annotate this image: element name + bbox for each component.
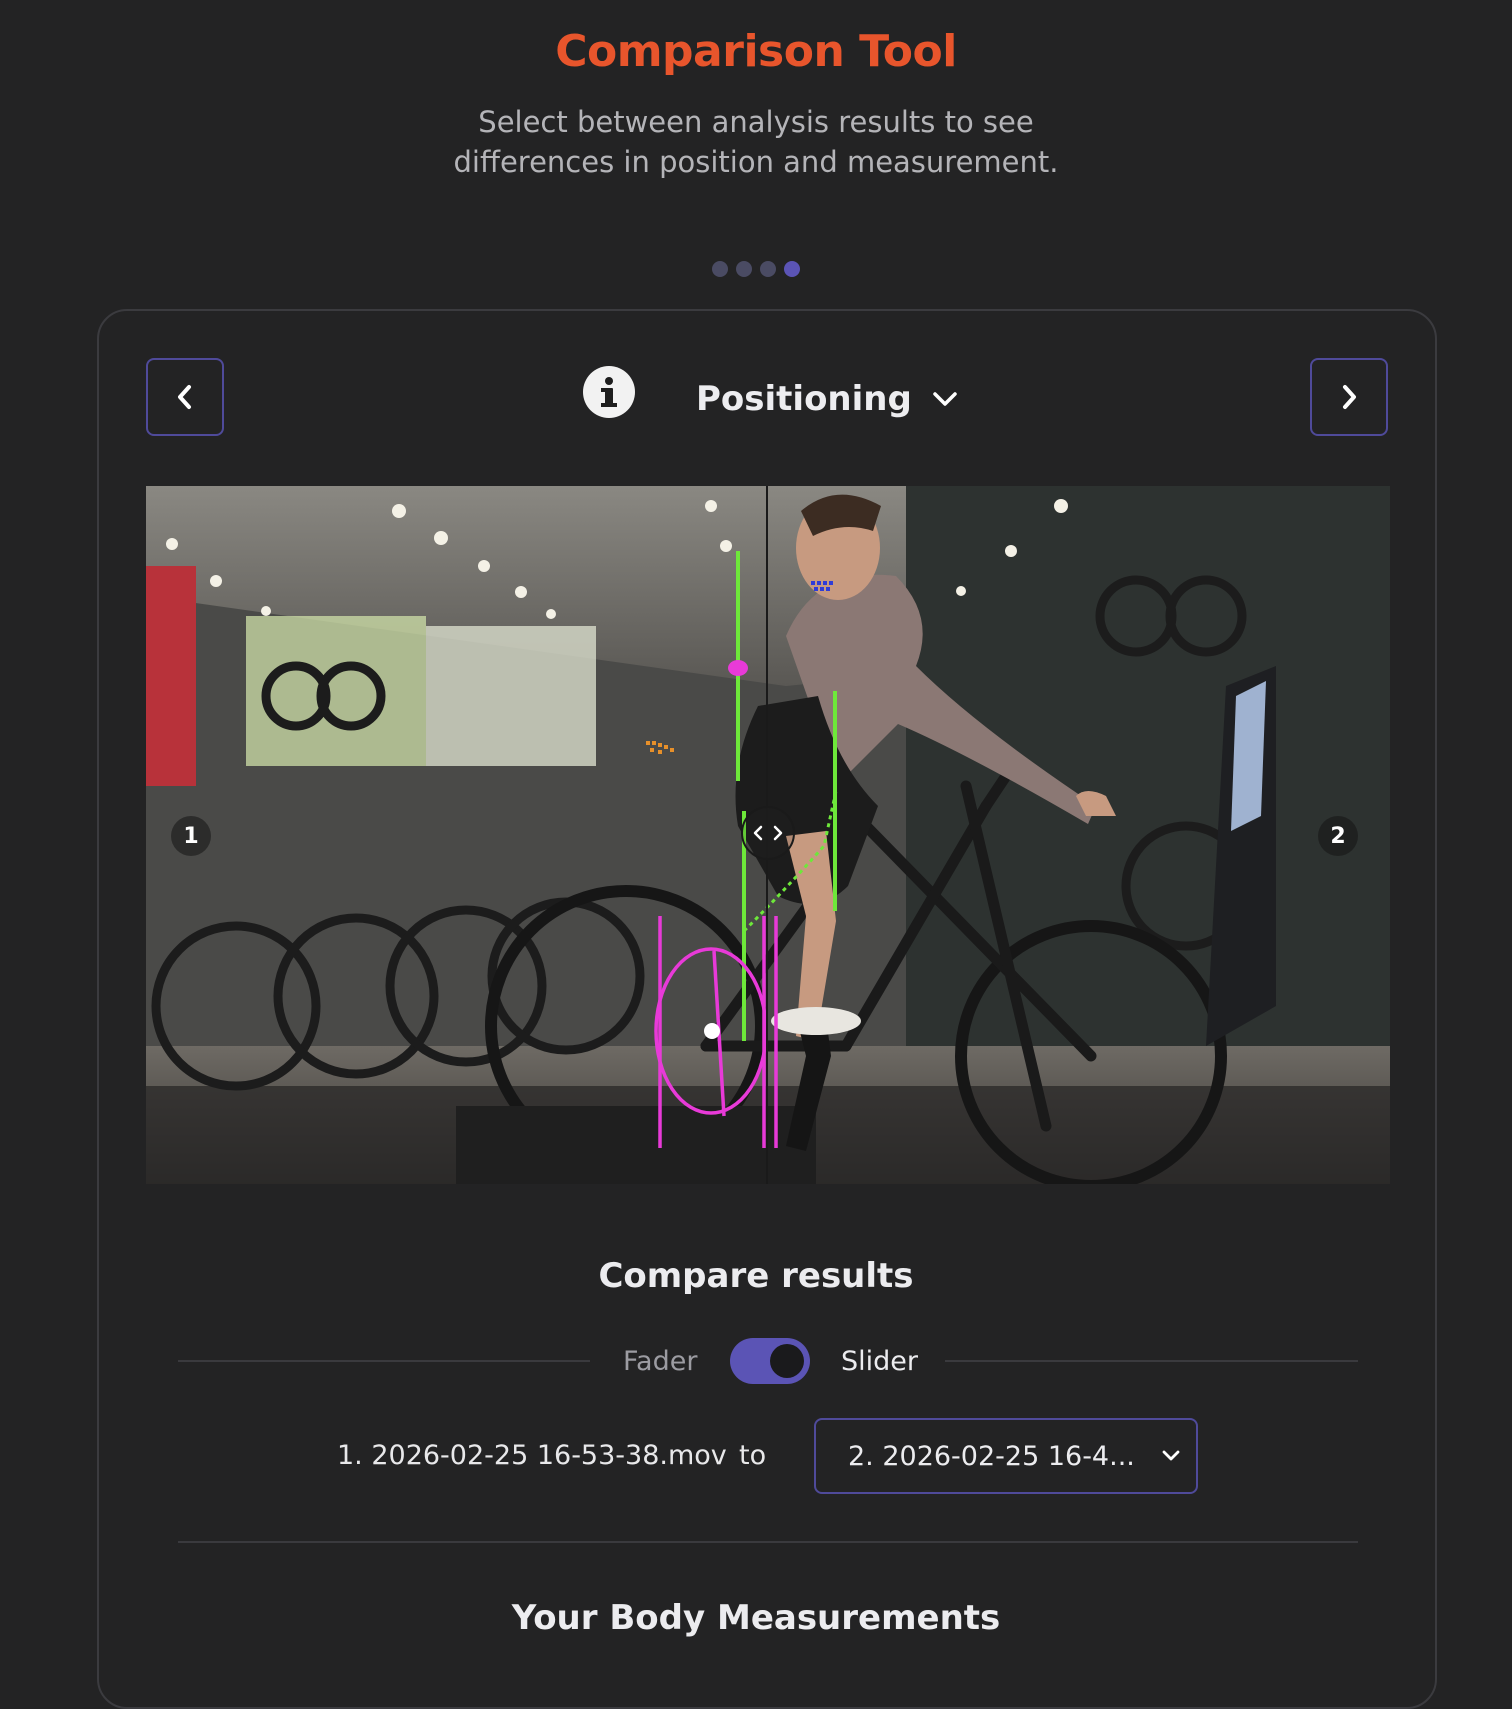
slider-label[interactable]: Slider [841, 1346, 918, 1377]
result-2-badge: 2 [1318, 816, 1358, 856]
next-button[interactable] [1310, 358, 1388, 436]
chevron-left-icon [178, 385, 191, 409]
pagination-dot[interactable] [760, 261, 776, 277]
file-a-label: 1. 2026-02-25 16-53-38.mov [337, 1440, 727, 1471]
body-measurements-heading: Your Body Measurements [511, 1598, 1001, 1638]
compare-results-heading: Compare results [598, 1256, 914, 1296]
comparison-viewer[interactable]: 1 2 [146, 486, 1390, 1184]
page-title: Comparison Tool [555, 26, 957, 77]
info-icon[interactable] [583, 366, 635, 418]
divider [178, 1541, 1358, 1543]
slider-handle[interactable] [741, 806, 795, 860]
section-dropdown[interactable]: Positioning [696, 374, 958, 424]
toggle-knob [770, 1344, 804, 1378]
to-label: to [739, 1440, 767, 1471]
chevron-right-icon [1343, 385, 1356, 409]
fader-label[interactable]: Fader [623, 1346, 697, 1377]
file-b-value: 2. 2026-02-25 16-4... [848, 1440, 1135, 1472]
pagination-dot-active[interactable] [784, 261, 800, 277]
pagination-dot[interactable] [736, 261, 752, 277]
result-1-badge: 1 [171, 816, 211, 856]
section-dropdown-label: Positioning [696, 379, 912, 419]
pagination-dots [0, 261, 1512, 277]
pagination-dot[interactable] [712, 261, 728, 277]
fader-slider-toggle[interactable] [730, 1338, 810, 1384]
chevron-down-icon [933, 392, 957, 406]
page-subtitle: Select between analysis results to see d… [453, 105, 1059, 179]
file-compare-row: 1. 2026-02-25 16-53-38.mov to 2. 2026-02… [0, 1418, 1512, 1494]
previous-button[interactable] [146, 358, 224, 436]
arrows-horizontal-icon [753, 825, 783, 841]
mode-toggle-row: Fader Slider [0, 1336, 1512, 1386]
chevron-down-icon [1162, 1450, 1180, 1461]
file-b-dropdown[interactable]: 2. 2026-02-25 16-4... [814, 1418, 1198, 1494]
